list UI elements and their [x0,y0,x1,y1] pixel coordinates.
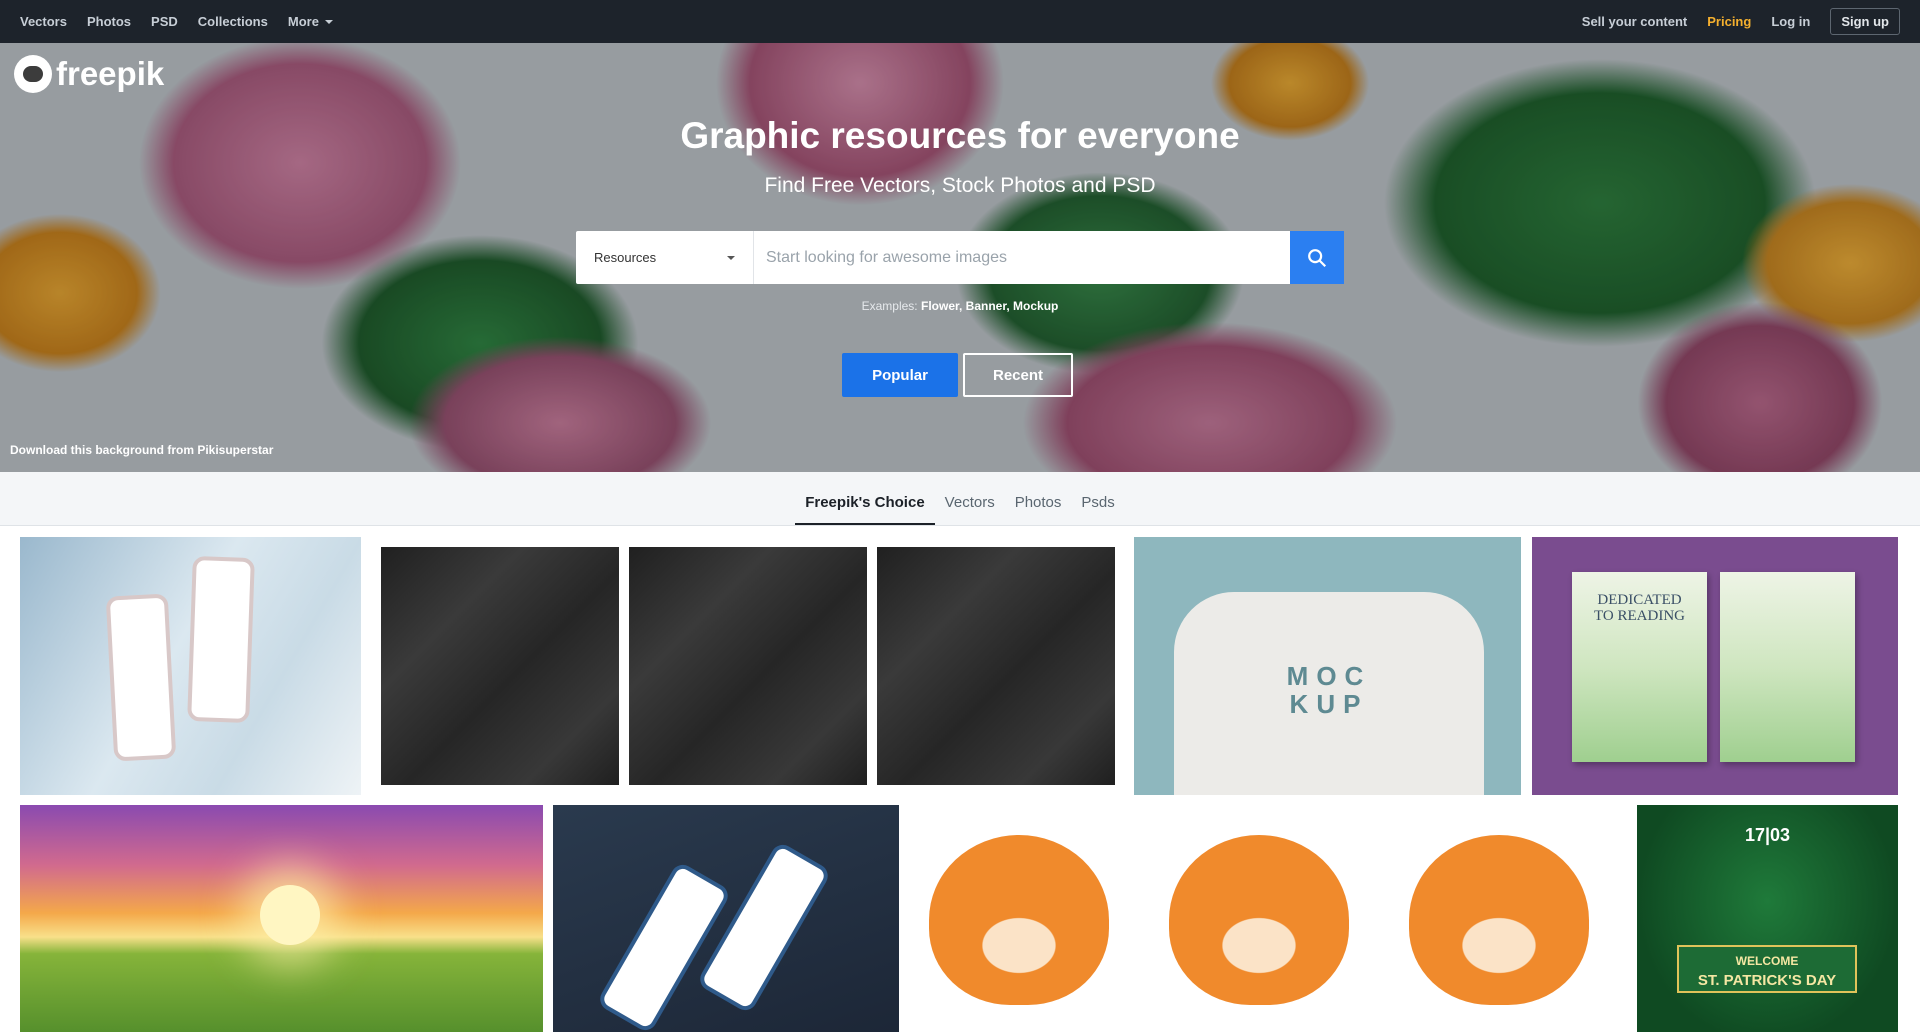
tab-psds[interactable]: Psds [1071,494,1124,525]
wrinkled-texture-image [381,547,619,785]
book-back-cover-image [1720,572,1855,762]
top-navigation-bar: Vectors Photos PSD Collections More Sell… [0,0,1920,43]
wrinkled-texture-image [877,547,1115,785]
hero-banner: freepik Graphic resources for everyone F… [0,43,1920,472]
nav-left: Vectors Photos PSD Collections More [20,14,353,29]
resource-card-st-patricks-flyer[interactable]: 17|03 WELCOME ST. PATRICK'S DAY [1637,805,1898,1032]
mockup-text: MOC KUP [1174,662,1484,718]
recent-button[interactable]: Recent [963,353,1073,397]
nav-more-label: More [287,14,319,29]
resource-card-phone-mockup[interactable] [20,537,361,795]
tab-freepiks-choice[interactable]: Freepik's Choice [795,494,935,525]
resource-card-wrinkled-paper[interactable] [372,537,1123,795]
resource-card-tiger-stickers[interactable] [909,805,1627,1032]
logo-text: freepik [56,55,165,92]
example-banner[interactable]: Banner, [966,299,1010,313]
book-title: DEDICATED TO READING [1572,592,1707,624]
nav-vectors[interactable]: Vectors [20,14,67,29]
example-mockup[interactable]: Mockup [1013,299,1058,313]
resource-type-value: Resources [594,250,657,265]
search-input[interactable] [754,231,1290,284]
popular-button[interactable]: Popular [842,353,958,397]
book-title-line: DEDICATED [1597,592,1682,608]
chevron-down-icon [727,255,735,260]
nav-more-menu[interactable]: More [288,14,333,29]
content-filter-tabs: Freepik's Choice Vectors Photos Psds [0,472,1920,526]
chevron-down-icon [324,19,333,24]
tab-photos[interactable]: Photos [1005,494,1072,525]
search-button[interactable] [1290,231,1344,284]
resource-card-book-cover[interactable]: DEDICATED TO READING [1532,537,1898,795]
wrinkled-texture-image [629,547,867,785]
flyer-banner-line: WELCOME [1735,954,1799,968]
resource-grid: MOC KUP DEDICATED TO READING 17|03 WELCO… [0,526,1920,1032]
flyer-banner: WELCOME ST. PATRICK'S DAY [1677,945,1857,993]
pricing-link[interactable]: Pricing [1707,14,1751,29]
flyer-date: 17|03 [1744,825,1791,845]
example-flower[interactable]: Flower, [921,299,962,313]
nav-psd[interactable]: PSD [151,14,178,29]
book-cover-image: DEDICATED TO READING [1572,572,1707,762]
tab-vectors[interactable]: Vectors [935,494,1005,525]
sell-content-link[interactable]: Sell your content [1582,14,1687,29]
search-bar: Resources [576,231,1344,284]
resource-type-dropdown[interactable]: Resources [576,231,754,284]
phone-mockup-image [595,860,733,1032]
nav-photos[interactable]: Photos [87,14,131,29]
resource-card-savanna-landscape[interactable] [20,805,543,1032]
phone-mockup-image [695,840,833,1015]
sun-illustration [260,885,320,945]
hero-title: Graphic resources for everyone [680,115,1240,156]
flyer-banner-line: ST. PATRICK'S DAY [1697,972,1837,989]
tiger-cartoon-image [929,835,1109,1005]
hero-subtitle: Find Free Vectors, Stock Photos and PSD [764,174,1156,197]
background-credit-link[interactable]: Download this background from Pikisupers… [10,443,273,457]
book-title-line: TO READING [1594,608,1685,624]
freepik-logo-icon [14,55,52,93]
search-icon [1308,248,1327,267]
nav-right: Sell your content Pricing Log in Sign up [1562,8,1900,35]
signup-button[interactable]: Sign up [1830,8,1900,35]
login-link[interactable]: Log in [1771,14,1810,29]
mockup-text-line: KUP [1289,689,1369,719]
nav-collections[interactable]: Collections [198,14,268,29]
phone-mockup-image [105,593,177,762]
tiger-cartoon-image [1169,835,1349,1005]
resource-card-isometric-phones[interactable] [553,805,899,1032]
resource-card-tshirt-mockup[interactable]: MOC KUP [1134,537,1521,795]
search-examples: Examples: Flower, Banner, Mockup [0,299,1920,313]
hero-content: freepik Graphic resources for everyone F… [0,43,1920,472]
tshirt-image: MOC KUP [1174,592,1484,795]
freepik-logo[interactable]: freepik [14,55,164,93]
mockup-text-line: MOC [1286,661,1372,691]
examples-label: Examples: [861,299,918,313]
hero-sort-buttons: Popular Recent [842,353,1073,397]
tiger-cartoon-image [1409,835,1589,1005]
phone-mockup-image [187,555,255,724]
